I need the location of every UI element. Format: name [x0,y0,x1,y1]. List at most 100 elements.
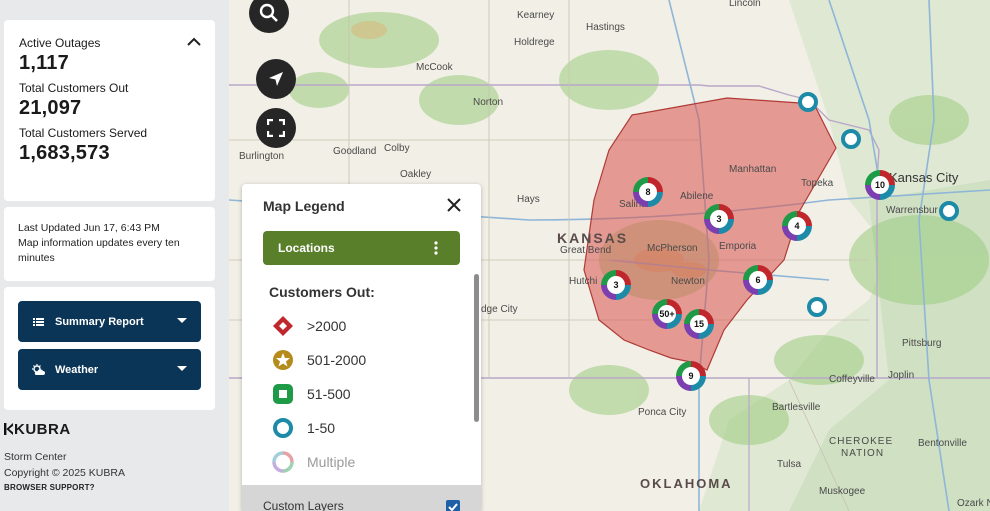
customers-out-value: 21,097 [19,97,82,119]
place-holdrege: Holdrege [514,37,555,48]
place-muskogee: Muskogee [819,486,866,497]
outage-marker-1-50[interactable] [841,129,861,149]
chevron-down-icon [177,366,187,371]
legend-item-multiple: Multiple [272,451,355,473]
place-coffeyville: Coffeyville [829,374,875,385]
summary-report-button[interactable]: Summary Report [18,301,201,342]
place-emporia: Emporia [719,241,757,252]
app-name: Storm Center [4,451,67,463]
outage-marker-1-50[interactable] [939,201,959,221]
chevron-up-icon[interactable] [187,36,201,48]
legend-item-label: 501-2000 [307,352,367,368]
cluster-count: 3 [710,210,728,228]
outage-summary-card: Active Outages 1,117 Total Customers Out… [4,20,215,201]
kubra-mark-icon [4,423,13,435]
outage-cluster[interactable]: 8 [633,177,663,207]
outage-cluster[interactable]: 15 [684,309,714,339]
cluster-count: 9 [682,367,700,385]
outage-cluster[interactable]: 3 [704,204,734,234]
legend-item-51-500: 51-500 [272,383,351,405]
outage-cluster[interactable]: 9 [676,361,706,391]
place-burlington: Burlington [239,151,285,162]
legend-item-label: 51-500 [307,386,351,402]
star-icon [272,349,294,371]
outage-cluster[interactable]: 3 [601,270,631,300]
place-ozark: Ozark N [957,498,990,509]
place-cherokee: CHEROKEE [829,436,894,447]
place-hastings: Hastings [586,22,625,33]
legend-title: Map Legend [263,198,345,214]
checkmark-icon [448,503,458,511]
place-kansas-state: KANSAS [557,230,629,246]
outage-marker-1-50[interactable] [807,297,827,317]
place-tulsa: Tulsa [777,459,802,470]
copyright-text: Copyright © 2025 KUBRA [4,467,125,479]
custom-layers-checkbox[interactable] [446,500,460,511]
more-vertical-icon[interactable] [434,241,438,255]
legend-item-label: >2000 [307,318,347,334]
active-outages-value: 1,117 [19,52,69,74]
update-frequency-note: Map information updates every ten minute… [18,237,180,264]
update-info-card: Last Updated Jun 17, 6:43 PM Map informa… [4,207,215,281]
active-outages-label: Active Outages [19,36,101,50]
cluster-count: 15 [690,315,708,333]
sidebar: Active Outages 1,117 Total Customers Out… [0,0,229,511]
weather-icon [31,363,45,376]
legend-item-over-2000: >2000 [272,315,346,337]
customers-served-value: 1,683,573 [19,142,110,164]
customers-served-label: Total Customers Served [19,126,148,140]
place-warrensburg: Warrensbur [886,205,938,216]
cluster-count: 50+ [658,305,676,323]
cluster-count: 8 [639,183,657,201]
outage-cluster[interactable]: 10 [865,170,895,200]
brand-footer: KUBRA Storm Center Copyright © 2025 KUBR… [4,421,219,492]
place-newton: Newton [671,276,705,287]
locate-me-button[interactable] [256,59,296,99]
legend-scrollbar[interactable] [474,274,479,422]
legend-item-label: Multiple [307,454,356,470]
place-bentonville: Bentonville [918,438,967,449]
customers-out-label: Total Customers Out [19,81,129,95]
browser-support-link[interactable]: BROWSER SUPPORT? [4,483,219,492]
place-oakley: Oakley [400,169,432,180]
place-kearney: Kearney [517,10,555,21]
fullscreen-button[interactable] [256,108,296,148]
cluster-count: 4 [788,217,806,235]
kubra-wordmark: KUBRA [14,420,71,438]
outage-cluster[interactable]: 50+ [652,299,682,329]
square-icon [272,383,294,405]
cluster-count: 10 [871,176,889,194]
customers-out-title: Customers Out: [269,284,375,300]
place-oklahoma-state: OKLAHOMA [640,476,733,491]
place-bartlesville: Bartlesville [772,402,821,413]
close-icon[interactable] [447,198,461,212]
locations-dropdown[interactable]: Locations [263,231,460,265]
place-ponca-city: Ponca City [638,407,687,418]
place-colby: Colby [384,143,410,154]
list-icon [31,317,45,327]
outage-cluster[interactable]: 4 [782,211,812,241]
summary-report-label: Summary Report [55,315,144,328]
cluster-count: 6 [749,271,767,289]
multiple-icon [272,451,294,473]
circle-icon [272,417,294,439]
navigation-arrow-icon [269,72,283,86]
fullscreen-icon [267,119,285,137]
place-dodge-city: dge City [481,304,518,315]
place-hays: Hays [517,194,540,205]
place-kansas-city: Kansas City [889,170,959,185]
legend-item-label: 1-50 [307,420,336,436]
place-topeka: Topeka [801,178,834,189]
outage-cluster[interactable]: 6 [743,265,773,295]
place-nation: NATION [841,448,885,459]
custom-layers-section: Custom Layers [242,485,481,511]
place-abilene: Abilene [680,191,714,202]
place-manhattan: Manhattan [729,164,777,175]
weather-button[interactable]: Weather [18,349,201,390]
place-hutchinson: Hutchi [569,276,598,287]
place-mccook: McCook [416,62,453,73]
legend-item-1-50: 1-50 [272,417,335,439]
diamond-icon [272,315,294,337]
place-norton: Norton [473,97,504,108]
outage-marker-1-50[interactable] [798,92,818,112]
